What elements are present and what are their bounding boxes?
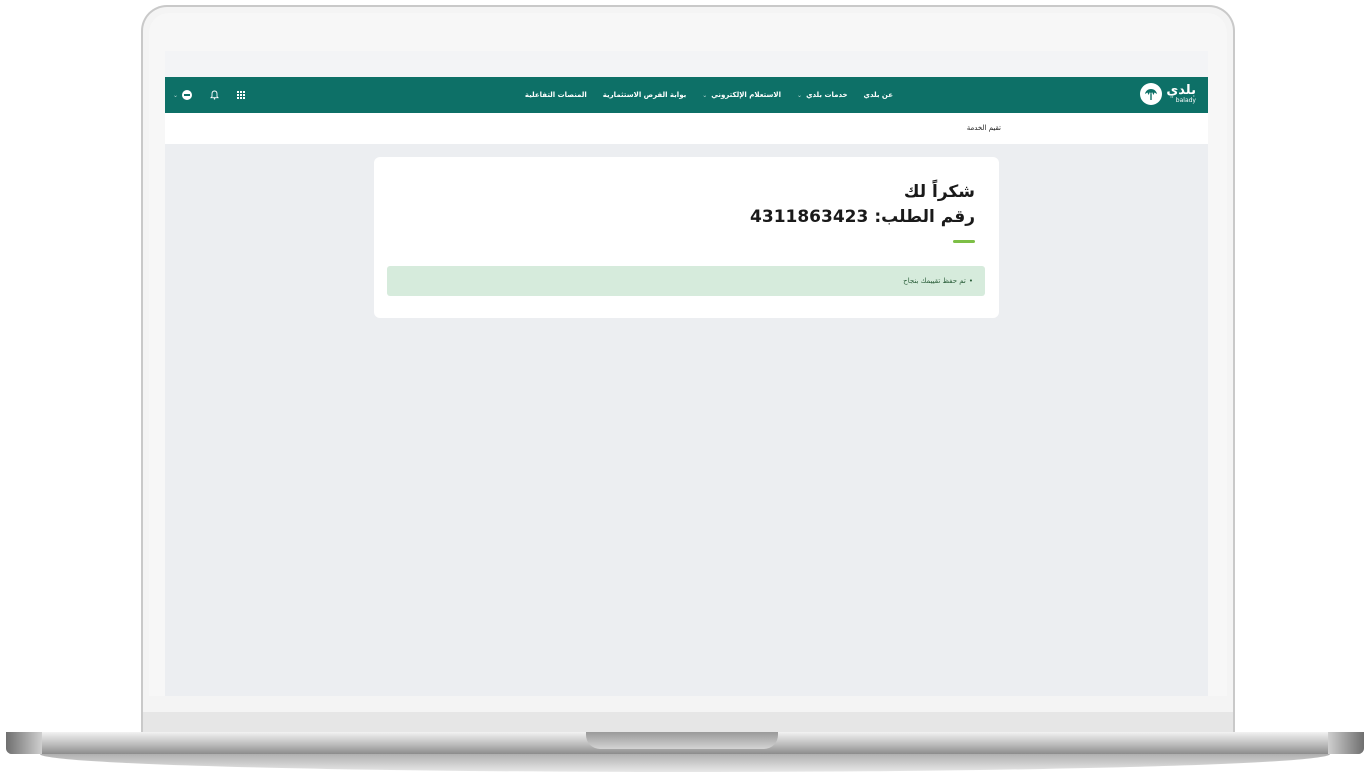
order-number-line: رقم الطلب: 4311863423: [750, 207, 975, 227]
nav-tools: ⌄: [173, 77, 246, 113]
order-number-value: 4311863423: [750, 207, 869, 227]
chevron-down-icon: ⌄: [797, 91, 803, 99]
nav-links: عن بلدي خدمات بلدي ⌄ الاستعلام الإلكتروني…: [525, 77, 893, 113]
base-right-cap: [1328, 732, 1364, 754]
laptop-frame: بلدي balady عن بلدي خدمات بلدي ⌄ الاستعلا…: [0, 0, 1371, 773]
nav-label: خدمات بلدي: [806, 91, 848, 99]
bezel-bottom: [143, 696, 1233, 712]
success-alert: تم حفظ تقييمك بنجاح: [387, 266, 985, 296]
main-navbar: بلدي balady عن بلدي خدمات بلدي ⌄ الاستعلا…: [165, 77, 1208, 113]
chevron-down-icon: ⌄: [173, 91, 179, 99]
lid-chin: [143, 712, 1233, 732]
nav-label: المنصات التفاعلية: [524, 91, 587, 99]
success-message: تم حفظ تقييمك بنجاح: [903, 277, 973, 285]
bell-icon: [210, 90, 219, 100]
globe-icon: [182, 90, 193, 100]
nav-about-balady[interactable]: عن بلدي: [864, 91, 893, 99]
language-selector[interactable]: ⌄: [173, 90, 193, 100]
browser-screen: بلدي balady عن بلدي خدمات بلدي ⌄ الاستعلا…: [165, 51, 1208, 696]
nav-interactive-platforms[interactable]: المنصات التفاعلية: [525, 91, 587, 99]
thank-you-title: شكراً لك: [903, 182, 975, 202]
apps-grid-icon: [237, 91, 246, 99]
base-foot: [40, 754, 1330, 772]
logo-latin: balady: [1175, 97, 1196, 104]
chevron-down-icon: ⌄: [702, 91, 708, 99]
balady-logo[interactable]: بلدي balady: [1140, 83, 1196, 105]
laptop-notch: [586, 732, 778, 749]
confirmation-card: شكراً لك رقم الطلب: 4311863423 تم حفظ تق…: [374, 157, 999, 318]
top-strip: [165, 51, 1208, 77]
notifications-button[interactable]: [210, 90, 219, 100]
base-left-cap: [6, 732, 42, 754]
breadcrumb: تقيم الخدمة: [966, 124, 1001, 132]
nav-investment-portal[interactable]: بوابة الفرص الاستثمارية: [603, 91, 686, 99]
nav-balady-services[interactable]: خدمات بلدي ⌄: [797, 91, 848, 99]
nav-label: عن بلدي: [863, 91, 893, 99]
palm-logo-icon: [1140, 83, 1163, 105]
order-number-label: رقم الطلب:: [874, 207, 975, 227]
nav-label: بوابة الفرص الاستثمارية: [602, 91, 687, 99]
apps-menu-button[interactable]: [237, 91, 246, 99]
logo-text: بلدي balady: [1166, 84, 1196, 104]
nav-e-inquiry[interactable]: الاستعلام الإلكتروني ⌄: [702, 91, 781, 99]
breadcrumb-bar: تقيم الخدمة: [165, 113, 1208, 144]
title-accent-bar: [953, 240, 975, 243]
logo-arabic: بلدي: [1166, 83, 1196, 98]
nav-label: الاستعلام الإلكتروني: [711, 91, 782, 99]
